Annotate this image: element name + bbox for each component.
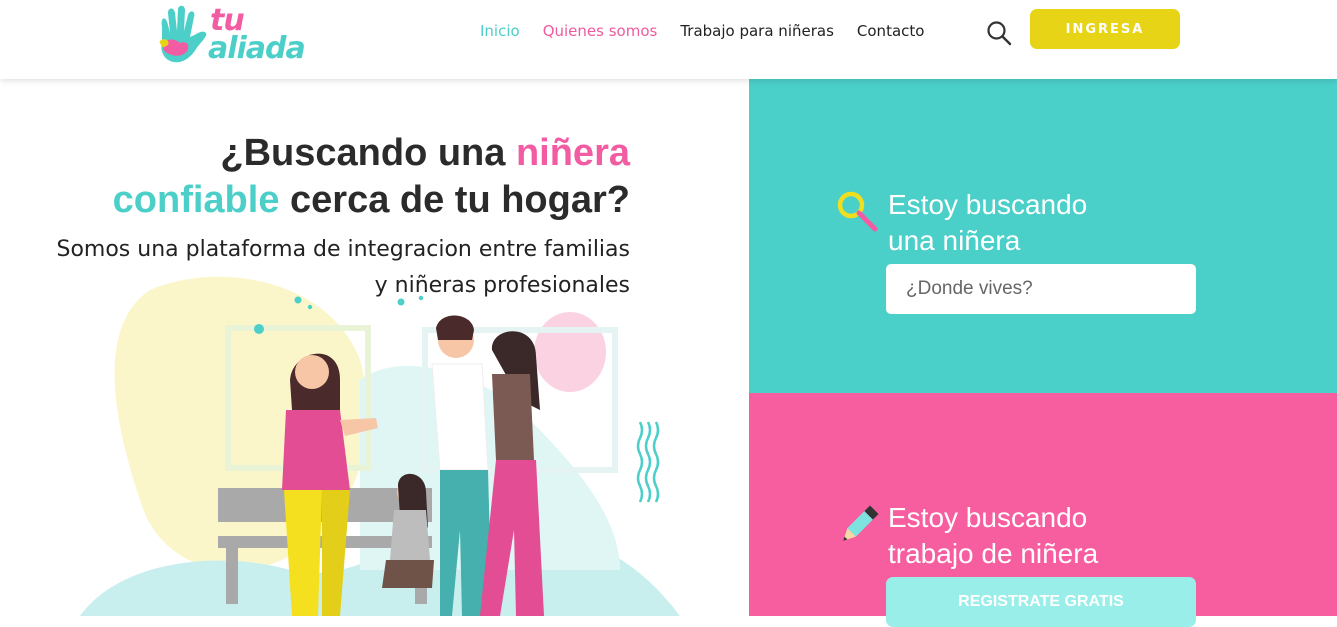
nav-quienes-somos[interactable]: Quienes somos — [543, 22, 658, 40]
nanny-heading: Estoy buscando trabajo de niñera — [888, 500, 1098, 572]
title-part-1: ¿Buscando una — [220, 132, 516, 174]
nav-contacto[interactable]: Contacto — [857, 22, 925, 40]
subtitle-line-1: Somos una plataforma de integracion entr… — [56, 237, 630, 262]
family-heading-line-2: una niñera — [888, 225, 1021, 256]
site-header: tu aliada Inicio Quienes somos Trabajo p… — [0, 0, 1337, 79]
nanny-panel: Estoy buscando trabajo de niñera REGISTR… — [749, 393, 1337, 627]
nav-inicio[interactable]: Inicio — [480, 22, 520, 40]
location-input[interactable] — [886, 264, 1196, 314]
register-free-button[interactable]: REGISTRATE GRATIS — [886, 577, 1196, 627]
family-heading: Estoy buscando una niñera — [888, 187, 1087, 259]
hero-title: ¿Buscando una niñera confiable cerca de … — [113, 130, 630, 224]
logo-text-aliada: aliada — [208, 31, 306, 66]
ingresa-button[interactable]: INGRESA — [1030, 9, 1180, 49]
hand-logo-icon — [159, 5, 207, 63]
title-highlight-confiable: confiable — [112, 179, 280, 221]
nanny-heading-line-1: Estoy buscando — [888, 502, 1088, 533]
logo[interactable]: tu aliada — [156, 3, 316, 69]
search-icon[interactable] — [986, 20, 1012, 46]
family-heading-line-1: Estoy buscando — [888, 189, 1088, 220]
pencil-icon — [843, 505, 879, 541]
title-part-2: cerca de tu hogar? — [279, 179, 630, 221]
magnifier-icon — [837, 191, 878, 232]
family-illustration — [60, 270, 700, 616]
family-panel: Estoy buscando una niñera — [749, 79, 1337, 393]
title-highlight-ninera: niñera — [515, 132, 630, 174]
main-nav: Inicio Quienes somos Trabajo para niñera… — [480, 22, 947, 40]
nav-trabajo-para-nineras[interactable]: Trabajo para niñeras — [680, 22, 834, 40]
nanny-heading-line-2: trabajo de niñera — [888, 538, 1099, 569]
